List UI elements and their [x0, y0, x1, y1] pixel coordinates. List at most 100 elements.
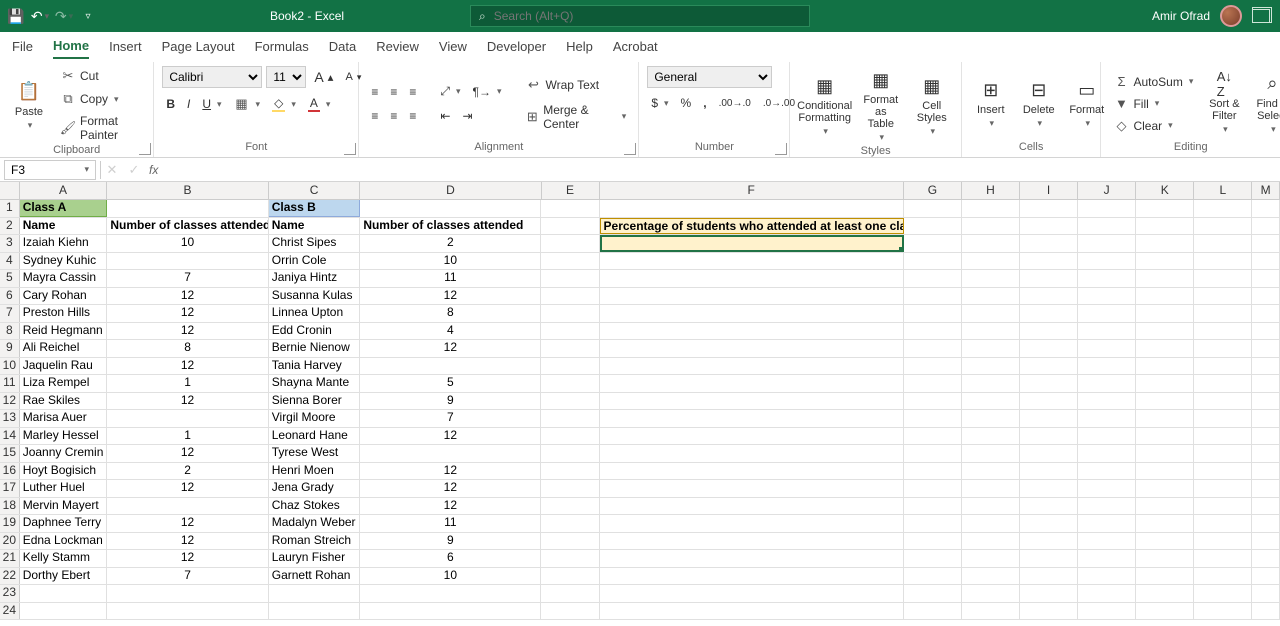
- cell-G22[interactable]: [904, 568, 962, 585]
- col-header-J[interactable]: J: [1078, 182, 1136, 199]
- cell-H10[interactable]: [962, 358, 1020, 375]
- cell-L10[interactable]: [1194, 358, 1252, 375]
- row-header-6[interactable]: 6: [0, 288, 20, 305]
- cell-E16[interactable]: [541, 463, 599, 480]
- cell-B5[interactable]: 7: [107, 270, 268, 287]
- cell-I24[interactable]: [1020, 603, 1078, 620]
- cell-J11[interactable]: [1078, 375, 1136, 392]
- cell-M7[interactable]: [1252, 305, 1280, 322]
- cell-H2[interactable]: [962, 218, 1020, 235]
- text-direction-button[interactable]: ¶→▾: [469, 83, 506, 101]
- cell-K11[interactable]: [1136, 375, 1194, 392]
- cell-J3[interactable]: [1078, 235, 1136, 252]
- cell-C6[interactable]: Susanna Kulas: [269, 288, 361, 305]
- cell-G24[interactable]: [904, 603, 962, 620]
- cell-K19[interactable]: [1136, 515, 1194, 532]
- cell-J13[interactable]: [1078, 410, 1136, 427]
- row-header-14[interactable]: 14: [0, 428, 20, 445]
- cell-G23[interactable]: [904, 585, 962, 602]
- cell-L21[interactable]: [1194, 550, 1252, 567]
- cell-I18[interactable]: [1020, 498, 1078, 515]
- cell-H17[interactable]: [962, 480, 1020, 497]
- cell-F11[interactable]: [600, 375, 904, 392]
- cell-H23[interactable]: [962, 585, 1020, 602]
- spreadsheet[interactable]: ABCDEFGHIJKLM 1Class AClass B2NameNumber…: [0, 182, 1280, 626]
- row-header-10[interactable]: 10: [0, 358, 20, 375]
- row-header-7[interactable]: 7: [0, 305, 20, 322]
- cell-D24[interactable]: [360, 603, 541, 620]
- cell-C4[interactable]: Orrin Cole: [269, 253, 361, 270]
- cell-L2[interactable]: [1194, 218, 1252, 235]
- cell-D15[interactable]: [360, 445, 541, 462]
- cell-J18[interactable]: [1078, 498, 1136, 515]
- cell-E7[interactable]: [541, 305, 599, 322]
- cell-K5[interactable]: [1136, 270, 1194, 287]
- cell-M14[interactable]: [1252, 428, 1280, 445]
- orientation-button[interactable]: ⤢▾: [436, 82, 464, 101]
- cell-I20[interactable]: [1020, 533, 1078, 550]
- cell-F8[interactable]: [600, 323, 904, 340]
- cell-E17[interactable]: [541, 480, 599, 497]
- row-header-5[interactable]: 5: [0, 270, 20, 287]
- tab-file[interactable]: File: [12, 35, 33, 58]
- cell-F14[interactable]: [600, 428, 904, 445]
- cell-F19[interactable]: [600, 515, 904, 532]
- cell-C8[interactable]: Edd Cronin: [269, 323, 361, 340]
- cell-M8[interactable]: [1252, 323, 1280, 340]
- row-header-19[interactable]: 19: [0, 515, 20, 532]
- cell-L8[interactable]: [1194, 323, 1252, 340]
- cell-A3[interactable]: Izaiah Kiehn: [20, 235, 108, 252]
- col-header-G[interactable]: G: [904, 182, 962, 199]
- tab-help[interactable]: Help: [566, 35, 593, 58]
- cell-G21[interactable]: [904, 550, 962, 567]
- cell-B18[interactable]: [107, 498, 268, 515]
- sort-filter-button[interactable]: A↓ZSort &Filter▾: [1203, 70, 1245, 137]
- cell-M10[interactable]: [1252, 358, 1280, 375]
- cell-K6[interactable]: [1136, 288, 1194, 305]
- cell-E8[interactable]: [541, 323, 599, 340]
- cell-H4[interactable]: [962, 253, 1020, 270]
- cell-G5[interactable]: [904, 270, 962, 287]
- cell-E22[interactable]: [541, 568, 599, 585]
- cell-A15[interactable]: Joanny Cremin: [20, 445, 108, 462]
- cell-A17[interactable]: Luther Huel: [20, 480, 108, 497]
- cell-M4[interactable]: [1252, 253, 1280, 270]
- cell-B13[interactable]: [107, 410, 268, 427]
- col-header-L[interactable]: L: [1194, 182, 1252, 199]
- cell-D2[interactable]: Number of classes attended: [360, 218, 541, 235]
- row-header-22[interactable]: 22: [0, 568, 20, 585]
- cell-K10[interactable]: [1136, 358, 1194, 375]
- cell-C23[interactable]: [269, 585, 361, 602]
- select-all-button[interactable]: [0, 182, 20, 199]
- cell-G13[interactable]: [904, 410, 962, 427]
- cell-J20[interactable]: [1078, 533, 1136, 550]
- cell-B15[interactable]: 12: [107, 445, 268, 462]
- cell-J6[interactable]: [1078, 288, 1136, 305]
- cell-G14[interactable]: [904, 428, 962, 445]
- cell-H21[interactable]: [962, 550, 1020, 567]
- align-right-button[interactable]: ≡: [405, 107, 420, 125]
- user-avatar-icon[interactable]: [1220, 5, 1242, 27]
- cell-G8[interactable]: [904, 323, 962, 340]
- undo-icon[interactable]: ↶▾: [32, 8, 48, 24]
- cell-K20[interactable]: [1136, 533, 1194, 550]
- font-size-select[interactable]: 11: [266, 66, 306, 88]
- cell-K1[interactable]: [1136, 200, 1194, 217]
- cell-H6[interactable]: [962, 288, 1020, 305]
- cell-H19[interactable]: [962, 515, 1020, 532]
- cell-L12[interactable]: [1194, 393, 1252, 410]
- cell-J22[interactable]: [1078, 568, 1136, 585]
- row-header-4[interactable]: 4: [0, 253, 20, 270]
- cell-I8[interactable]: [1020, 323, 1078, 340]
- cell-A12[interactable]: Rae Skiles: [20, 393, 108, 410]
- cell-A1[interactable]: Class A: [20, 200, 108, 217]
- cell-E14[interactable]: [541, 428, 599, 445]
- cell-L23[interactable]: [1194, 585, 1252, 602]
- cell-I2[interactable]: [1020, 218, 1078, 235]
- cell-J8[interactable]: [1078, 323, 1136, 340]
- cell-C13[interactable]: Virgil Moore: [269, 410, 361, 427]
- cell-M12[interactable]: [1252, 393, 1280, 410]
- cell-A10[interactable]: Jaquelin Rau: [20, 358, 108, 375]
- cell-G17[interactable]: [904, 480, 962, 497]
- cell-I5[interactable]: [1020, 270, 1078, 287]
